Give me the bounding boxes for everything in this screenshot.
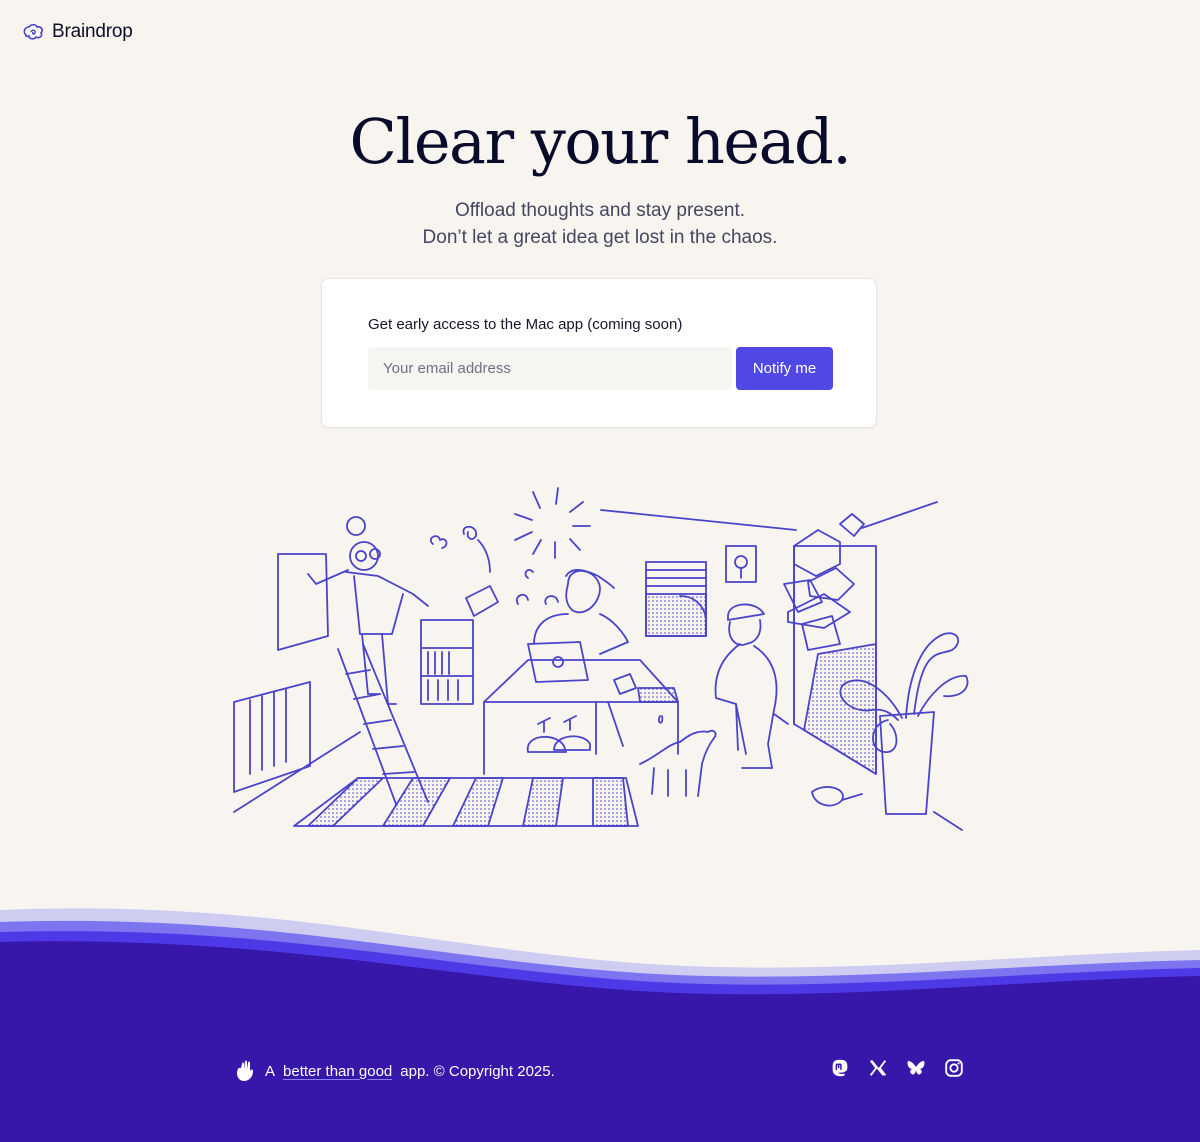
footer-suffix: app. © Copyright 2025. bbox=[400, 1062, 555, 1080]
footer-prefix: A bbox=[265, 1062, 276, 1080]
subtitle-line-2: Don’t let a great idea get lost in the c… bbox=[422, 227, 778, 248]
office-scene-illustration bbox=[233, 487, 969, 831]
mastodon-icon[interactable] bbox=[829, 1057, 851, 1079]
footer-copyright: A better than good app. © Copyright 2025… bbox=[233, 1059, 555, 1083]
social-links bbox=[829, 1057, 965, 1079]
hero-subtitle: Offload thoughts and stay present. Don’t… bbox=[0, 197, 1200, 251]
bluesky-icon[interactable] bbox=[905, 1057, 927, 1079]
hand-gesture-icon bbox=[237, 1060, 253, 1081]
notify-me-button[interactable]: Notify me bbox=[736, 347, 833, 390]
better-than-good-link[interactable]: better than good bbox=[283, 1063, 392, 1080]
footer-wave bbox=[0, 908, 1200, 1142]
subtitle-line-1: Offload thoughts and stay present. bbox=[454, 200, 746, 221]
signup-card: Get early access to the Mac app (coming … bbox=[321, 278, 877, 428]
instagram-icon[interactable] bbox=[943, 1057, 965, 1079]
signup-label: Get early access to the Mac app (coming … bbox=[368, 316, 683, 333]
x-icon[interactable] bbox=[867, 1057, 889, 1079]
page-title: Clear your head. bbox=[349, 105, 852, 178]
brand-logo[interactable]: Braindrop bbox=[22, 21, 133, 43]
brand-name: Braindrop bbox=[52, 21, 133, 42]
brain-swirl-icon bbox=[23, 23, 44, 40]
email-field[interactable] bbox=[368, 347, 732, 390]
